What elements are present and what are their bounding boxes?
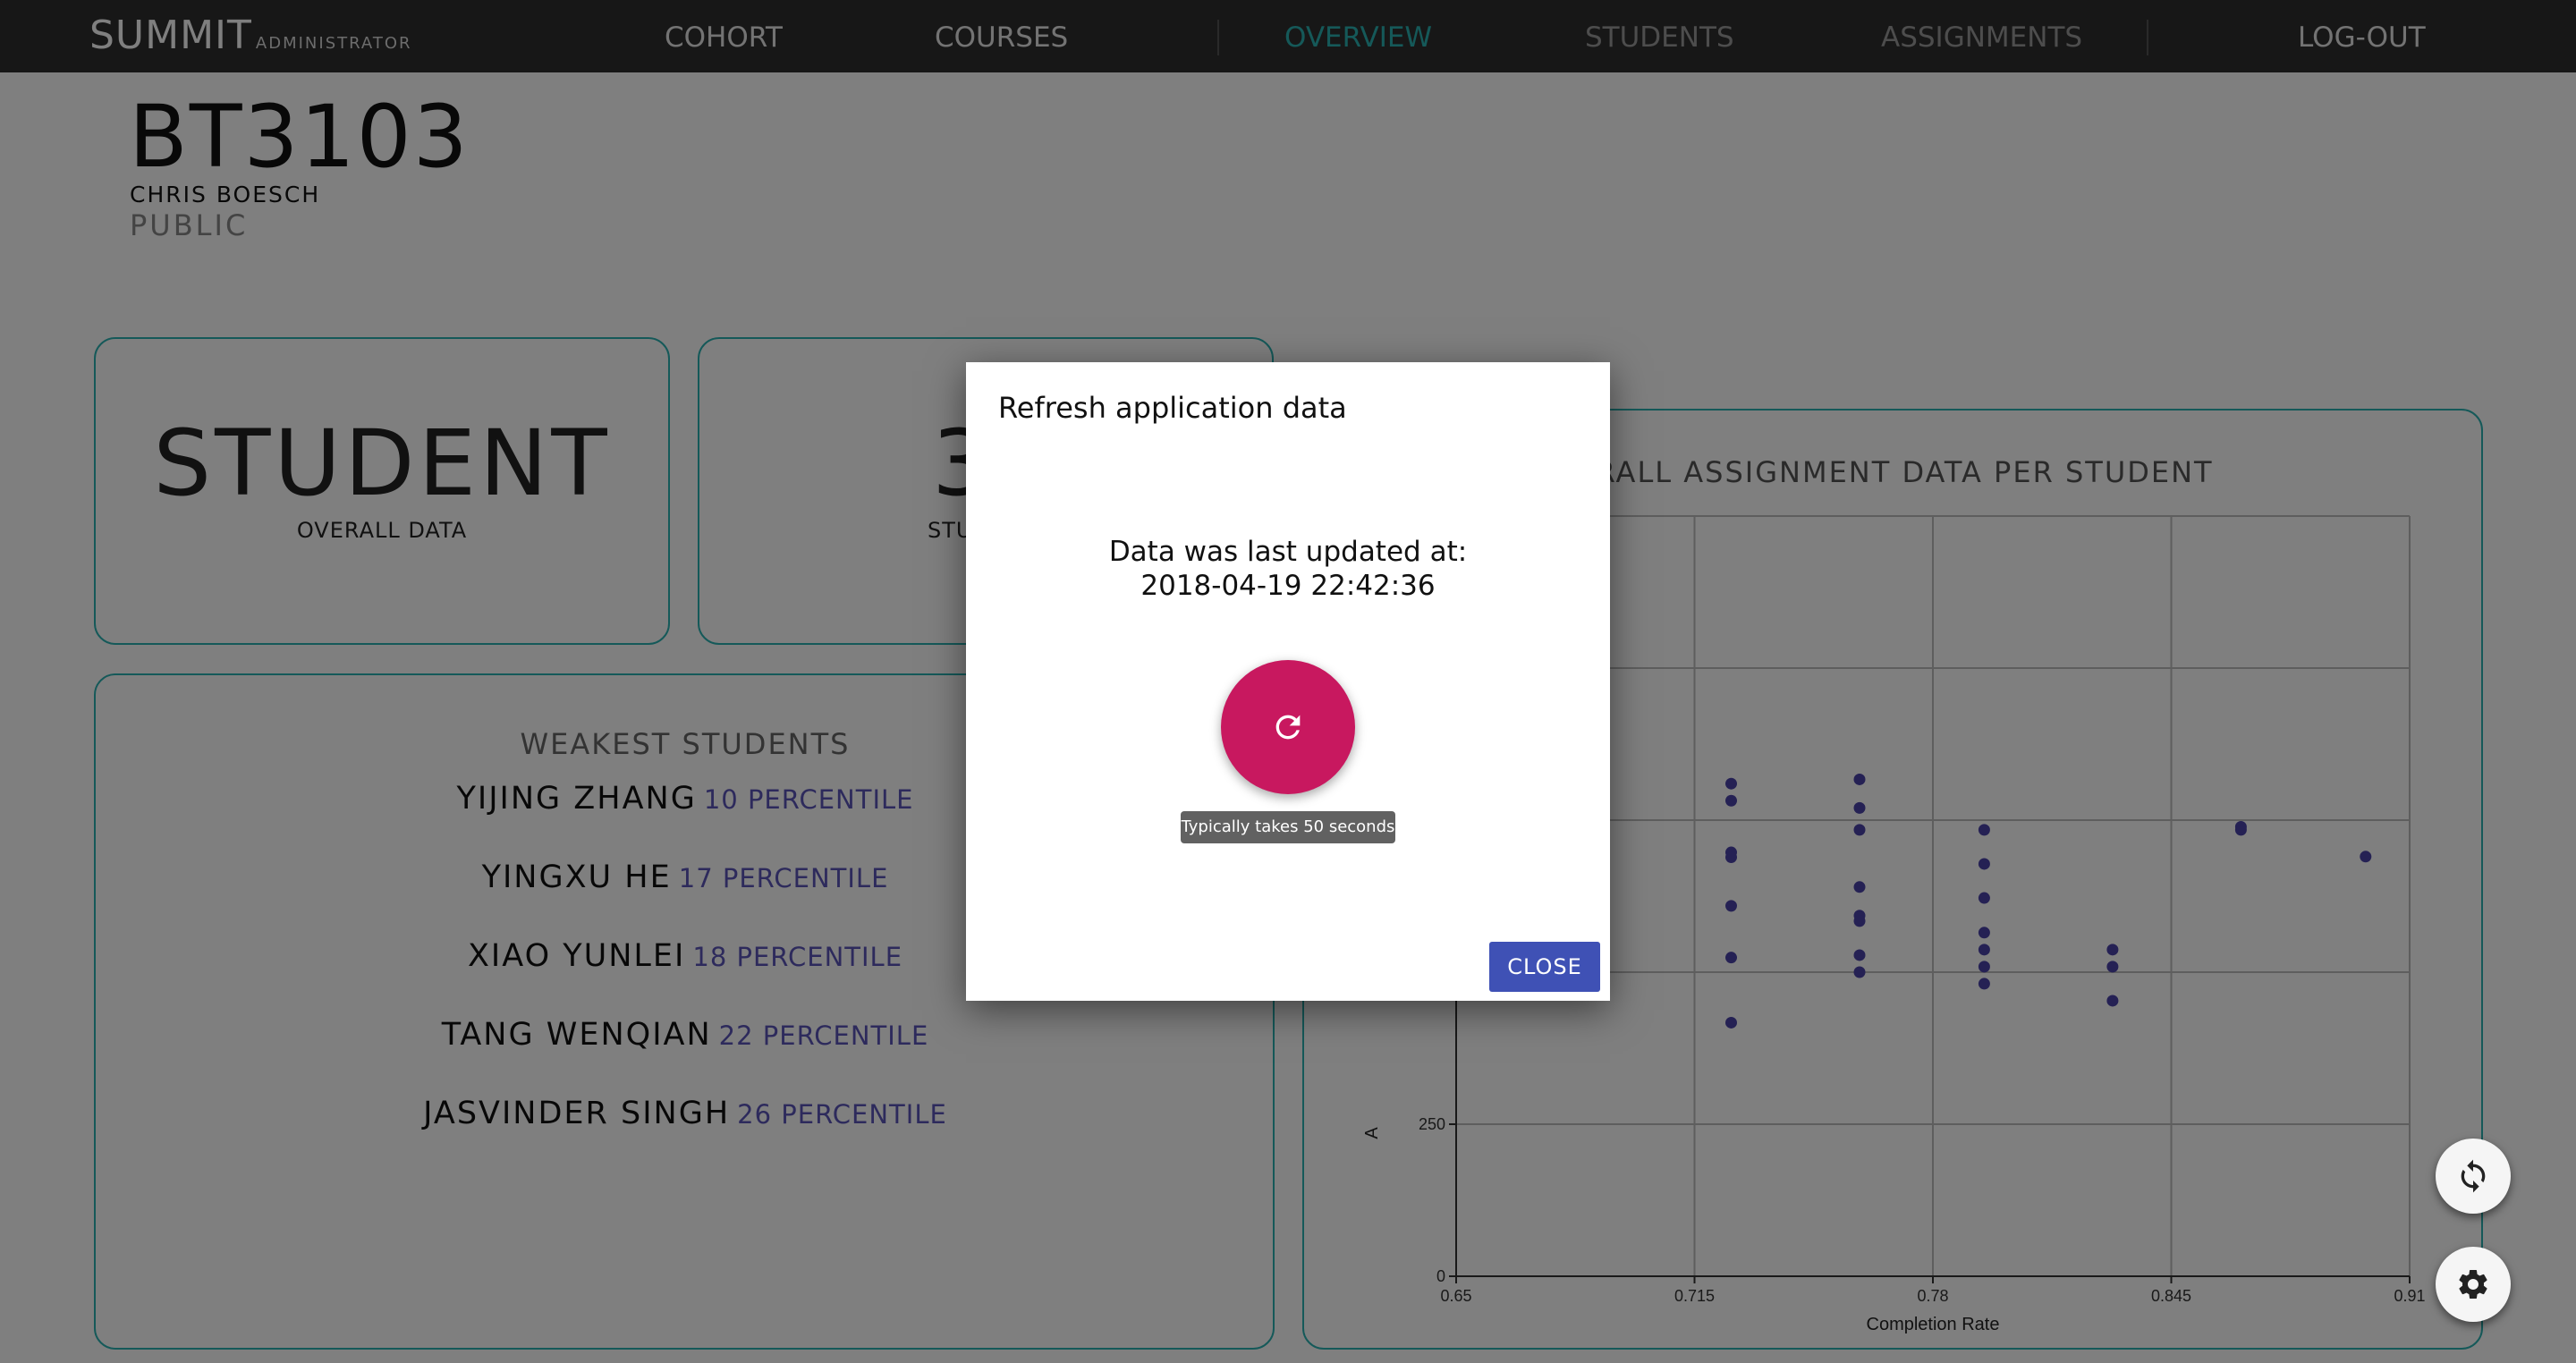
dialog-title: Refresh application data bbox=[998, 391, 1347, 425]
refresh-data-button[interactable] bbox=[1221, 660, 1355, 794]
refresh-dialog: Refresh application data Data was last u… bbox=[966, 362, 1610, 1001]
sync-fab[interactable] bbox=[2436, 1139, 2511, 1214]
gear-icon bbox=[2459, 1270, 2487, 1299]
close-button[interactable]: CLOSE bbox=[1489, 942, 1600, 992]
last-updated-label: Data was last updated at: bbox=[1108, 536, 1468, 568]
refresh-icon bbox=[1275, 715, 1301, 740]
refresh-tooltip: Typically takes 50 seconds bbox=[1181, 811, 1395, 843]
sync-icon bbox=[2461, 1159, 2486, 1193]
settings-fab[interactable] bbox=[2436, 1247, 2511, 1322]
last-updated-time: 2018-04-19 22:42:36 bbox=[1140, 570, 1436, 602]
